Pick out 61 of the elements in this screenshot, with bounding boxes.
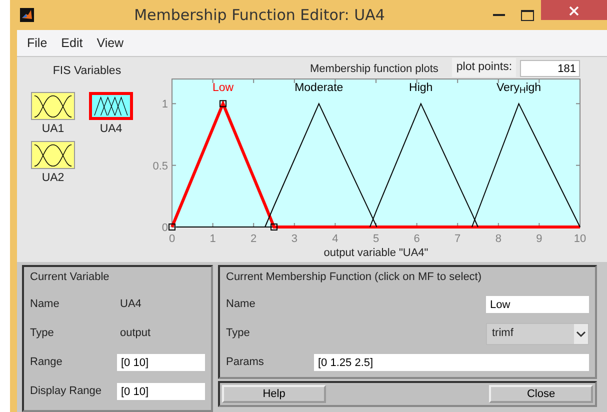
tick-label: 0.5 <box>152 160 168 172</box>
plot-points-field[interactable]: 181 <box>520 60 580 77</box>
membership-function-label: Moderate <box>294 82 344 94</box>
menu-item[interactable]: File <box>21 32 54 54</box>
membership-curve[interactable] <box>471 102 580 228</box>
plot-title: Membership function plots <box>310 62 438 76</box>
section-title: FIS Variables <box>52 64 122 79</box>
maximize-icon <box>520 10 534 20</box>
tick-label: 0 <box>162 222 168 234</box>
chevron-down-icon <box>574 324 588 344</box>
params-field[interactable]: [0 1.25 2.5] <box>314 354 589 371</box>
membership-curve[interactable] <box>168 100 580 230</box>
menu-item[interactable]: Edit <box>55 32 89 54</box>
close-button[interactable] <box>541 0 607 20</box>
tick-label: 4 <box>332 233 338 245</box>
panel-title: Current Variable <box>30 271 110 284</box>
tick-label: 6 <box>414 233 420 245</box>
field-value: output <box>120 326 151 342</box>
tick-label: 1 <box>210 233 216 245</box>
tick-label: 1 <box>162 98 168 111</box>
field-value: UA4 <box>120 297 142 312</box>
field-label: Type <box>226 326 250 342</box>
app-logo-icon <box>20 8 34 22</box>
tick-label: 8 <box>495 233 502 245</box>
field-label: Name <box>226 297 256 312</box>
membership-curve[interactable] <box>369 102 478 228</box>
variable-icon[interactable] <box>31 92 75 120</box>
membership-function-label: High <box>409 82 433 94</box>
tick-label: 9 <box>536 233 542 245</box>
menu-item[interactable]: View <box>90 32 130 54</box>
tick-label: 7 <box>454 233 461 245</box>
field-label: Range <box>30 355 64 370</box>
tick-label: 10 <box>574 233 586 245</box>
variable-icon[interactable] <box>89 92 133 120</box>
membership-function-label: Low <box>212 82 234 94</box>
field-label: Display Range <box>30 384 103 400</box>
panel-title: Current Membership Function (click on MF to select) <box>226 271 483 284</box>
range-field[interactable]: [0 10] <box>117 383 205 400</box>
close-icon <box>569 6 579 16</box>
variable-label: UA1 <box>42 122 64 138</box>
range-field[interactable]: [0 10] <box>117 354 205 371</box>
name-field[interactable]: Low <box>486 296 589 313</box>
tick-label: 2 <box>250 233 257 245</box>
dialog-button[interactable]: Close <box>489 385 593 403</box>
tick-label: 0 <box>168 233 176 245</box>
axis-label: output variable "UA4" <box>324 247 428 259</box>
field-label: Name <box>30 297 60 312</box>
membership-curve[interactable] <box>264 102 378 228</box>
membership-function-label: Very$_{H}$igh <box>496 82 542 94</box>
field-label: Params <box>226 355 265 370</box>
type-dropdown[interactable]: trimf <box>486 322 589 344</box>
minimize-icon <box>493 14 505 16</box>
variable-label: UA4 <box>100 122 122 138</box>
tick-label: 5 <box>372 233 380 245</box>
field-label: Type <box>30 326 55 342</box>
field-label: plot points: <box>452 58 516 77</box>
tick-label: 3 <box>291 233 298 245</box>
variable-label: UA2 <box>42 170 64 186</box>
dialog-button[interactable]: Help <box>222 385 326 403</box>
window-title: Membership Function Editor: UA4 <box>133 4 386 26</box>
variable-icon[interactable] <box>31 140 75 168</box>
